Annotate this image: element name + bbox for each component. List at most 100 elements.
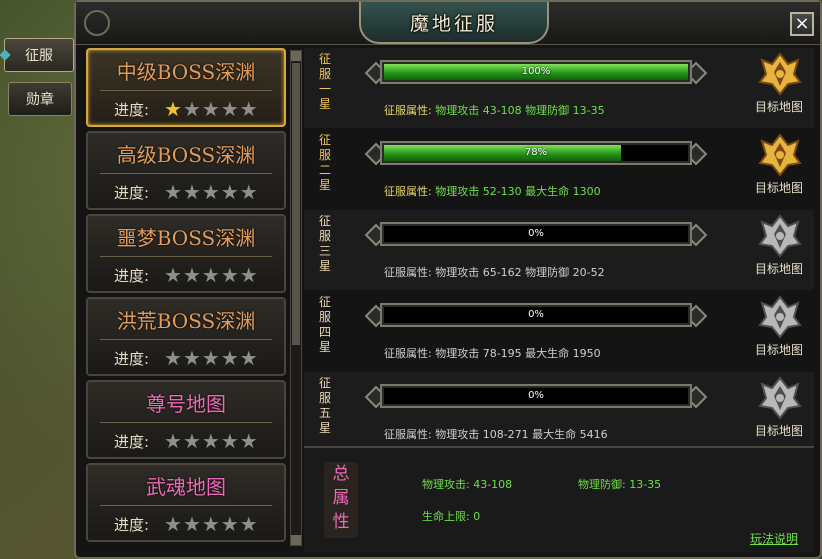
attr-key: 征服属性: (384, 347, 432, 360)
star-icon: ★ (201, 180, 221, 204)
tab-medal[interactable]: 勋章 (8, 82, 72, 116)
star-rating: ★★★★★ (164, 263, 259, 287)
map-card[interactable]: 噩梦BOSS深渊进度: ★★★★★ (86, 214, 286, 293)
progress-text: 0% (528, 309, 544, 320)
scroll-down-icon[interactable] (291, 535, 301, 545)
gold-crest-icon (758, 52, 802, 96)
target-map-button[interactable]: 目标地图 (744, 214, 814, 284)
target-map-label: 目标地图 (754, 343, 803, 357)
target-map-label: 目标地图 (754, 424, 803, 438)
silver-crest-icon (758, 295, 802, 339)
progress-text: 100% (521, 66, 551, 77)
star-tier-label: 征 服 五 星 (318, 376, 331, 435)
bar-frame: 0% (380, 303, 692, 327)
star-tier-label: 征 服 二 星 (318, 133, 331, 192)
star-icon: ★ (164, 263, 183, 287)
attr-value: 物理攻击 65-162 物理防御 20-52 (435, 266, 605, 279)
star-rating: ★★★★★ (164, 512, 259, 536)
star-icon: ★ (220, 512, 240, 536)
silver-crest-icon (758, 376, 802, 420)
progress-label: 进度: (114, 516, 150, 534)
conquest-row: 征 服 二 星 78% 征服属性: 物理攻击 52-130 最大生命 1300 目标地… (304, 129, 814, 209)
card-divider (100, 173, 272, 174)
tab-medal-label: 勋章 (26, 92, 54, 108)
bar-track: 100% (384, 64, 688, 80)
bar-frame: 0% (380, 384, 692, 408)
map-card[interactable]: 中级BOSS深渊进度: ★★★★★ (86, 48, 286, 127)
conquest-attribute: 征服属性: 物理攻击 43-108 物理防御 13-35 (384, 102, 605, 118)
target-map-button[interactable]: 目标地图 (744, 295, 814, 365)
conquest-attribute: 征服属性: 物理攻击 108-271 最大生命 5416 (384, 426, 608, 442)
bar-frame: 78% (380, 141, 692, 165)
attr-key: 征服属性: (384, 185, 432, 198)
star-icon: ★ (164, 429, 183, 453)
star-icon: ★ (220, 263, 240, 287)
star-icon: ★ (239, 97, 259, 121)
star-tier-label: 征 服 一 星 (318, 52, 331, 111)
tab-conquer[interactable]: 征服 (0, 38, 74, 72)
star-icon: ★ (220, 429, 240, 453)
summary-hp: 生命上限: 0 (422, 510, 481, 523)
map-name: 洪荒BOSS深渊 (116, 309, 256, 333)
help-link[interactable]: 玩法说明 (750, 530, 798, 547)
progress-label: 进度: (114, 267, 150, 285)
summary-panel: 总 属 性 物理攻击: 43-108 物理防御: 13-35 生命上限: 0 玩… (304, 446, 814, 552)
star-icon: ★ (220, 97, 240, 121)
conquest-row: 征 服 五 星 0% 征服属性: 物理攻击 108-271 最大生命 5416 目标地… (304, 372, 814, 452)
progress-text: 78% (524, 147, 548, 158)
star-rating: ★★★★★ (164, 346, 259, 370)
progress-bar: 0% (364, 384, 708, 414)
progress-text: 0% (528, 228, 544, 239)
scroll-up-icon[interactable] (291, 51, 301, 61)
star-icon: ★ (239, 346, 259, 370)
star-icon: ★ (201, 346, 221, 370)
target-map-button[interactable]: 目标地图 (744, 376, 814, 446)
star-icon: ★ (201, 263, 221, 287)
star-icon: ★ (182, 263, 202, 287)
map-card[interactable]: 高级BOSS深渊 进度: ★★★★★ (86, 131, 286, 210)
tab-conquer-label: 征服 (25, 48, 53, 64)
gold-crest-icon (758, 133, 802, 177)
close-button[interactable]: × (790, 12, 814, 36)
star-icon: ★ (182, 97, 202, 121)
target-map-button[interactable]: 目标地图 (744, 52, 814, 122)
progress-bar: 78% (364, 141, 708, 171)
attr-key: 征服属性: (384, 428, 432, 441)
star-icon: ★ (182, 180, 202, 204)
map-card[interactable]: 武魂地图进度: ★★★★★ (86, 463, 286, 542)
map-name: 高级BOSS深渊 (116, 143, 256, 167)
conquest-attribute: 征服属性: 物理攻击 78-195 最大生命 1950 (384, 345, 601, 361)
map-name: 中级BOSS深渊 (116, 60, 256, 84)
silver-crest-icon (758, 214, 802, 258)
progress-label: 进度: (114, 184, 150, 202)
scroll-thumb[interactable] (292, 63, 300, 345)
target-map-button[interactable]: 目标地图 (744, 133, 814, 203)
star-tier-label: 征 服 四 星 (318, 295, 331, 354)
progress-label: 进度: (114, 101, 150, 119)
star-icon: ★ (164, 346, 183, 370)
conquest-attribute: 征服属性: 物理攻击 65-162 物理防御 20-52 (384, 264, 605, 280)
star-icon: ★ (201, 429, 221, 453)
bar-frame: 0% (380, 222, 692, 246)
map-name: 武魂地图 (146, 475, 226, 499)
progress-bar: 100% (364, 60, 708, 90)
progress-label: 进度: (114, 350, 150, 368)
attr-key: 征服属性: (384, 104, 432, 117)
star-icon: ★ (220, 180, 240, 204)
card-divider (100, 505, 272, 506)
conquest-row: 征 服 一 星 100% 征服属性: 物理攻击 43-108 物理防御 13-35 目… (304, 48, 814, 128)
map-name: 尊号地图 (146, 392, 226, 416)
map-card[interactable]: 洪荒BOSS深渊 进度: ★★★★★ (86, 297, 286, 376)
progress-bar: 0% (364, 222, 708, 252)
star-rating: ★★★★★ (164, 97, 259, 121)
star-icon: ★ (182, 429, 202, 453)
card-divider (100, 90, 272, 91)
list-scrollbar[interactable] (290, 50, 302, 546)
conquer-window: 魔地征服 × 中级BOSS深渊 进度: ★★★★★ 高级BOSS深渊 进度: ★★★★★ 噩… (74, 0, 822, 559)
attr-value: 物理攻击 52-130 最大生命 1300 (435, 185, 601, 198)
map-name: 噩梦BOSS深渊 (116, 226, 256, 250)
progress-text: 0% (528, 390, 544, 401)
card-divider (100, 422, 272, 423)
map-card[interactable]: 尊号地图 进度: ★★★★★ (86, 380, 286, 459)
progress-bar: 0% (364, 303, 708, 333)
